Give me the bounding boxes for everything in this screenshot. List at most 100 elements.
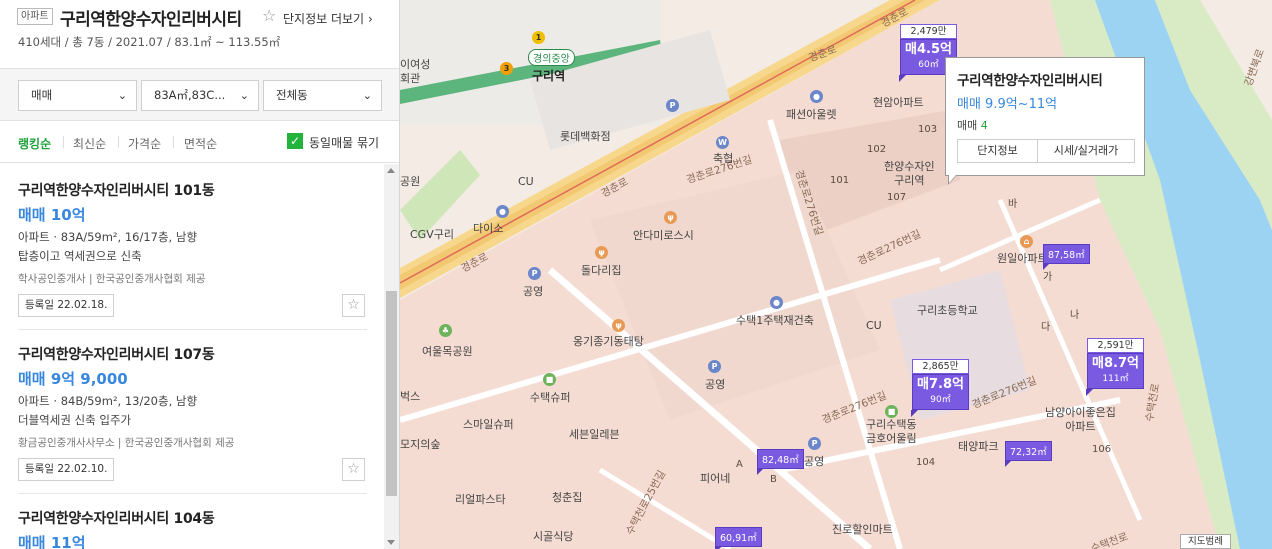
poi-label[interactable]: 시골식당 xyxy=(533,528,573,544)
marker-tail xyxy=(899,75,906,82)
favorite-star-icon[interactable]: ☆ xyxy=(342,458,365,481)
listing-price: 매매 10억 xyxy=(18,206,86,224)
poi-label[interactable]: 진로할인마트 xyxy=(832,521,893,537)
price-marker-area: 90㎡ xyxy=(930,395,951,405)
list-item[interactable]: 구리역한양수자인리버시티 101동 매매 10억 아파트 · 83A/59m²,… xyxy=(0,180,383,330)
price-marker[interactable]: 2,865만 매7.8억 90㎡ xyxy=(911,359,969,417)
poi-label[interactable]: 한양수자인 구리역 xyxy=(884,160,935,188)
filter-bar: 매매 ⌄ 83A㎡,83C... ⌄ 전체동 ⌄ xyxy=(0,68,399,121)
poi-label[interactable]: 옹기종기동태탕 xyxy=(573,333,644,349)
sort-area[interactable]: 면적순 xyxy=(184,135,217,152)
map-legend-button[interactable]: 지도범례 xyxy=(1180,534,1231,549)
complex-info-button[interactable]: 단지정보 xyxy=(957,139,1038,163)
poi-label[interactable]: CU xyxy=(866,319,882,332)
complex-header: 아파트 구리역한양수자인리버시티 ☆ 단지정보 더보기 › 410세대 / 총 … xyxy=(0,0,399,68)
popup-count-label: 매매 xyxy=(957,119,978,132)
poi-label[interactable]: 수택슈퍼 xyxy=(530,389,570,405)
listing-agency: 황금공인중개사사무소 | 한국공인중개사협회 제공 xyxy=(18,437,235,449)
area-marker[interactable]: 60,91㎡ xyxy=(715,527,762,549)
poi-label[interactable]: 공영 xyxy=(523,283,543,299)
poi-label[interactable]: CU xyxy=(518,175,534,188)
area-marker[interactable]: 82,48㎡ xyxy=(757,449,804,475)
building-letter: A xyxy=(736,459,743,470)
poi-label[interactable]: CGV구리 xyxy=(410,226,454,242)
sort-ranking[interactable]: 랭킹순 xyxy=(18,135,51,152)
poi-label[interactable]: 다이소 xyxy=(473,220,503,236)
area-marker[interactable]: 72,32㎡ xyxy=(1005,441,1052,467)
poi-label: 이여성 회관 xyxy=(400,58,431,85)
listing-price: 매매 9억 9,000 xyxy=(18,370,128,388)
poi-label[interactable]: 모지의숲 xyxy=(400,436,440,452)
listing-title: 구리역한양수자인리버시티 104동 xyxy=(18,511,215,527)
group-checkbox[interactable]: ✓ xyxy=(287,133,303,149)
listing-title: 구리역한양수자인리버시티 101동 xyxy=(18,183,215,199)
poi-label[interactable]: 피어네 xyxy=(700,470,730,486)
chevron-down-icon: ⌄ xyxy=(362,89,372,102)
poi-label[interactable]: 공원 xyxy=(400,173,420,189)
area-marker[interactable]: 87,58㎡ xyxy=(1043,244,1090,270)
poi-label[interactable]: 스마일슈퍼 xyxy=(463,416,514,432)
dong-select[interactable]: 전체동 ⌄ xyxy=(263,80,382,111)
price-marker-body: 매8.7억 111㎡ xyxy=(1087,353,1144,389)
poi-label[interactable]: 남양아이좋은집 아파트 xyxy=(1045,406,1116,434)
station-label[interactable]: 구리역 xyxy=(532,67,565,84)
list-item[interactable]: 구리역한양수자인리버시티 104동 매매 11억 xyxy=(0,508,383,549)
poi-label[interactable]: 수택1주택재건축 xyxy=(736,312,814,328)
poi-label[interactable]: 현암아파트 xyxy=(873,94,924,110)
divider xyxy=(18,493,367,494)
scroll-down-icon[interactable] xyxy=(387,540,395,545)
area-value: 83A㎡,83C... xyxy=(154,88,226,102)
poi-label[interactable]: 원일아파트 xyxy=(997,250,1048,266)
dong-value: 전체동 xyxy=(276,88,308,102)
poi-label[interactable]: 공영 xyxy=(705,376,725,392)
poi-label[interactable]: 롯데백화점 xyxy=(560,128,611,144)
scroll-up-icon[interactable] xyxy=(387,168,395,173)
poi-label[interactable]: 청춘집 xyxy=(552,489,582,505)
listing-desc: 더블역세권 신축 입주가 xyxy=(18,413,132,427)
listing-agency: 학사공인중개사 | 한국공인중개사협회 제공 xyxy=(18,273,206,285)
sort-bar: 랭킹순 최신순 가격순 면적순 ✓ 동일매물 묶기 xyxy=(0,122,399,163)
favorite-star-icon[interactable]: ☆ xyxy=(342,294,365,317)
popup-tail xyxy=(949,175,956,183)
complex-summary: 410세대 / 총 7동 / 2021.07 / 83.1㎡ ~ 113.55㎡ xyxy=(18,35,281,49)
building-number: 106 xyxy=(1092,444,1112,455)
poi-label[interactable]: 리얼파스타 xyxy=(455,491,506,507)
price-marker-count: 2,865만 xyxy=(912,359,969,374)
group-label: 동일매물 묶기 xyxy=(309,136,380,150)
map-view[interactable]: 경춘로 경춘로 경춘로 경춘로 경춘로276번길 경춘로276번길 경춘로276… xyxy=(400,0,1272,549)
poi-label[interactable]: 공영 xyxy=(804,453,824,469)
price-history-button[interactable]: 시세/실거래가 xyxy=(1037,139,1135,163)
poi-label[interactable]: 패션아울렛 xyxy=(786,106,837,122)
complex-popup[interactable]: 구리역한양수자인리버시티 매매 9.9억~11억 매매 4 단지정보 시세/실거… xyxy=(945,57,1145,185)
trade-type-select[interactable]: 매매 ⌄ xyxy=(18,80,137,111)
price-marker-price: 매8.7억 xyxy=(1092,356,1139,371)
poi-label[interactable]: 안다미로스시 xyxy=(633,227,694,243)
building-letter: 나 xyxy=(1070,310,1080,321)
poi-label[interactable]: 태양파크 xyxy=(958,438,998,454)
poi-label[interactable]: 축협 xyxy=(713,150,733,166)
poi-label[interactable]: 여울목공원 xyxy=(422,343,473,359)
scrollbar-thumb[interactable] xyxy=(386,291,397,496)
listing-panel: 아파트 구리역한양수자인리버시티 ☆ 단지정보 더보기 › 410세대 / 총 … xyxy=(0,0,400,549)
popup-count-value: 4 xyxy=(980,119,988,132)
price-marker[interactable]: 2,591만 매8.7억 111㎡ xyxy=(1086,338,1144,396)
building-letter: B xyxy=(770,474,777,485)
restaurant-icon: ψ xyxy=(612,319,625,332)
poi-label[interactable]: 돌다리집 xyxy=(581,262,621,278)
sort-price[interactable]: 가격순 xyxy=(128,135,161,152)
price-marker-area: 111㎡ xyxy=(1102,374,1129,384)
list-item[interactable]: 구리역한양수자인리버시티 107동 매매 9억 9,000 아파트 · 84B/… xyxy=(0,344,383,494)
parking-icon: P xyxy=(528,267,541,280)
scrollbar[interactable] xyxy=(384,164,399,549)
favorite-star-icon[interactable]: ☆ xyxy=(262,6,276,25)
poi-label[interactable]: 구리초등학교 xyxy=(917,302,978,318)
area-select[interactable]: 83A㎡,83C... ⌄ xyxy=(141,80,259,111)
poi-label[interactable]: 구리수택동 금호어울림 xyxy=(866,418,917,446)
popup-count: 매매 4 xyxy=(957,117,988,133)
restaurant-icon: ψ xyxy=(664,211,677,224)
restaurant-icon: ψ xyxy=(595,246,608,259)
complex-info-link[interactable]: 단지정보 더보기 › xyxy=(283,10,373,27)
poi-label[interactable]: 벅스 xyxy=(400,388,420,404)
poi-label[interactable]: 세븐일레븐 xyxy=(569,426,620,442)
sort-latest[interactable]: 최신순 xyxy=(73,135,106,152)
